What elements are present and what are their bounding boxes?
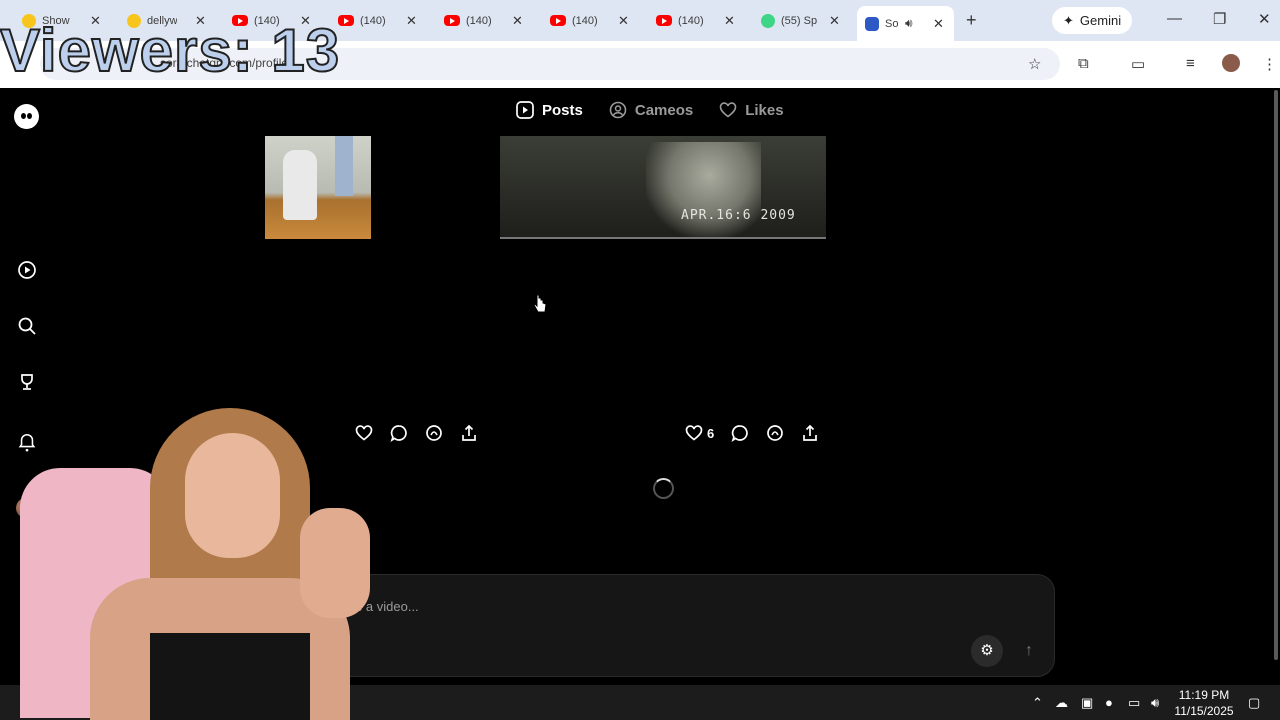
tab-favicon-icon <box>865 16 879 31</box>
notifications-icon[interactable]: ▢ <box>1248 695 1260 711</box>
youtube-icon <box>550 15 566 26</box>
close-icon[interactable]: ✕ <box>512 13 523 29</box>
restore-icon[interactable]: ❐ <box>1213 10 1226 28</box>
browser-tab[interactable]: (140) ✕ <box>338 8 417 33</box>
sora-logo-icon[interactable] <box>14 104 39 129</box>
tab-title: So <box>885 17 899 30</box>
tab-likes[interactable]: Likes <box>719 101 784 119</box>
close-icon[interactable]: ✕ <box>618 13 629 29</box>
tab-title: (140) <box>466 14 492 27</box>
minimize-icon[interactable]: — <box>1167 10 1182 27</box>
page-scrollbar[interactable] <box>1273 90 1279 670</box>
close-icon[interactable]: ✕ <box>724 13 735 29</box>
youtube-icon <box>656 15 672 26</box>
post-thumbnail[interactable]: APR.16:6 2009 <box>500 136 826 239</box>
webcam-overlay <box>0 408 420 720</box>
tab-favicon-icon <box>761 13 775 28</box>
gemini-label: Gemini <box>1079 13 1122 28</box>
gemini-button[interactable]: ✦ Gemini <box>1052 7 1133 34</box>
webcam-person <box>300 508 370 618</box>
user-circle-icon <box>609 101 627 119</box>
device-icon[interactable]: ▣ <box>1081 695 1093 711</box>
scrollbar-thumb[interactable] <box>1274 90 1278 660</box>
thumbnail-figure <box>335 136 353 196</box>
taskbar-clock[interactable]: 11:19 PM 11/15/2025 <box>1168 687 1240 719</box>
share-icon <box>462 424 476 441</box>
tab-cameos[interactable]: Cameos <box>609 101 693 119</box>
comment-icon <box>731 425 749 442</box>
thumbnail-figure <box>646 142 761 237</box>
tab-title: (140) <box>360 14 386 27</box>
profile-tabs: Posts Cameos Likes <box>516 101 810 119</box>
search-icon[interactable] <box>17 316 37 336</box>
browser-tab[interactable]: (140) ✕ <box>550 8 629 33</box>
thumbnail-date-stamp: APR.16:6 2009 <box>681 208 796 223</box>
tab-title: (55) Sp <box>781 14 818 27</box>
like-button[interactable]: 6 <box>685 424 714 442</box>
volume-icon[interactable]: 🔊︎ <box>1151 695 1159 711</box>
remix-button[interactable] <box>766 424 784 442</box>
browser-tab-active[interactable]: So 🔊︎ ✕ <box>857 6 954 41</box>
profile-avatar[interactable] <box>1222 54 1240 72</box>
feed-play-icon[interactable] <box>17 260 37 280</box>
browser-tab[interactable]: (140) ✕ <box>656 8 735 33</box>
remix-button[interactable] <box>425 424 443 442</box>
webcam-person <box>150 633 310 720</box>
loading-spinner-icon <box>653 478 674 499</box>
tab-title: (140) <box>572 14 598 27</box>
share-button[interactable] <box>801 424 819 442</box>
speaker-icon[interactable]: 🔊︎ <box>905 16 913 31</box>
tray-chevron-icon[interactable]: ⌃ <box>1032 695 1043 711</box>
thumbnail-figure <box>283 150 317 220</box>
gemini-sparkle-icon: ✦ <box>1063 12 1074 28</box>
tab-search-icon[interactable]: ▭ <box>1131 55 1145 73</box>
share-icon <box>803 424 818 441</box>
play-square-icon <box>516 101 534 119</box>
new-tab-button[interactable]: + <box>966 10 977 31</box>
remix-icon <box>426 425 442 441</box>
youtube-icon <box>338 15 354 26</box>
settings-sliders-button[interactable]: ⚙︎ <box>971 635 1003 667</box>
window-close-icon[interactable]: ✕ <box>1258 10 1271 28</box>
cloud-icon[interactable]: ☁ <box>1055 695 1068 711</box>
post-thumbnail[interactable] <box>265 136 371 239</box>
tab-cameos-label: Cameos <box>634 101 694 119</box>
heart-icon <box>685 425 703 441</box>
tab-posts[interactable]: Posts <box>516 101 583 119</box>
close-icon[interactable]: ✕ <box>933 16 944 32</box>
like-count: 6 <box>707 425 715 441</box>
tab-posts-label: Posts <box>542 101 583 119</box>
heart-icon <box>719 102 737 118</box>
tab-likes-label: Likes <box>745 101 784 119</box>
network-icon[interactable]: ▭ <box>1128 695 1140 711</box>
close-icon[interactable]: ✕ <box>406 13 417 29</box>
hand-cursor-icon <box>533 294 547 313</box>
clock-date: 11/15/2025 <box>1174 704 1234 718</box>
close-icon[interactable]: ✕ <box>829 13 840 29</box>
viewers-overlay: Viewers: 13 <box>0 16 341 85</box>
menu-kebab-icon[interactable]: ⋮ <box>1262 55 1277 73</box>
share-button[interactable] <box>460 424 478 442</box>
microphone-icon[interactable]: ● <box>1105 695 1113 710</box>
bookmark-star-icon[interactable]: ☆ <box>1028 55 1041 73</box>
media-control-icon[interactable]: ≡ <box>1186 55 1195 72</box>
browser-tab[interactable]: (140) ✕ <box>444 8 523 33</box>
browser-tab[interactable]: (55) Sp ✕ <box>761 8 840 33</box>
trophy-icon[interactable] <box>17 372 37 392</box>
extensions-icon[interactable]: ⧉ <box>1078 55 1089 72</box>
clock-time: 11:19 PM <box>1178 688 1230 702</box>
send-arrow-button[interactable]: ↑ <box>1013 635 1045 667</box>
youtube-icon <box>444 15 460 26</box>
webcam-person <box>185 433 280 558</box>
remix-icon <box>767 425 784 441</box>
post-actions-right: 6 <box>685 424 836 442</box>
tab-title: (140) <box>678 14 704 27</box>
comment-button[interactable] <box>731 424 749 442</box>
